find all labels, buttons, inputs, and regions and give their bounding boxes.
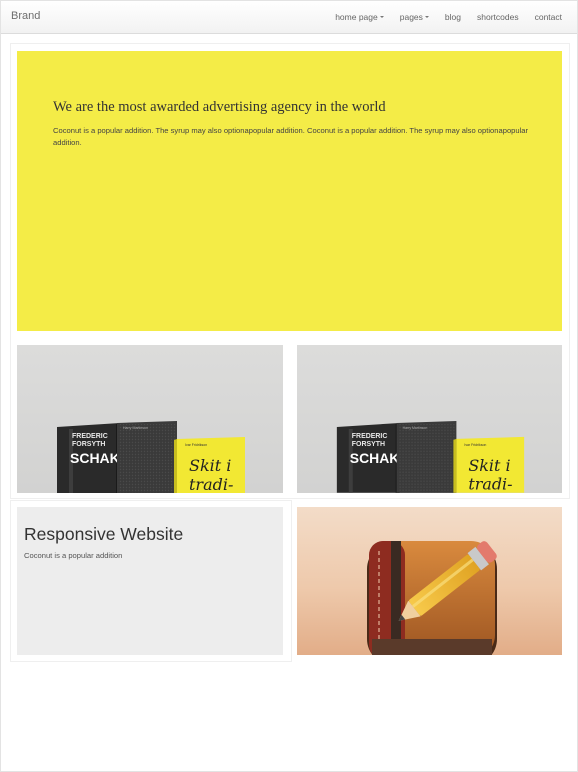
nav-item-home-page[interactable]: home page [327, 12, 392, 22]
notebook-pencil-icon[interactable] [297, 507, 562, 655]
svg-text:Skit i: Skit i [468, 456, 510, 475]
books-illustration: FREDERIC FORSYTH SCHAK Harry Martinson I… [336, 420, 525, 493]
chevron-down-icon [424, 16, 429, 18]
svg-text:tradi-: tradi- [468, 475, 512, 493]
svg-text:FREDERIC: FREDERIC [72, 433, 108, 440]
nav-item-label: contact [534, 12, 562, 22]
nav-item-contact[interactable]: contact [527, 12, 570, 22]
svg-text:SCHAK: SCHAK [70, 450, 120, 466]
svg-text:Harry Martinson: Harry Martinson [123, 426, 148, 430]
svg-text:SCHAK: SCHAK [350, 450, 400, 466]
svg-text:Ivar Fridrikson: Ivar Fridrikson [464, 443, 486, 447]
svg-text:FREDERIC: FREDERIC [352, 433, 388, 440]
book-covers-image[interactable]: FREDERIC FORSYTH SCHAK Harry Martinson I… [297, 345, 562, 493]
card-text: Coconut is a popular addition [24, 551, 123, 560]
card-title: Responsive Website [24, 524, 184, 544]
nav-item-label: shortcodes [477, 12, 519, 22]
svg-text:FORSYTH: FORSYTH [352, 441, 385, 448]
nav-menu: home page pages blog shortcodes contact [327, 1, 570, 33]
svg-text:Harry Martinson: Harry Martinson [403, 426, 428, 430]
navbar: Brand home page pages blog shortcodes co… [1, 1, 577, 34]
book-covers-image[interactable]: FREDERIC FORSYTH SCHAK Harry Martinson I… [17, 345, 283, 493]
nav-item-blog[interactable]: blog [437, 12, 469, 22]
hero-title: We are the most awarded advertising agen… [53, 99, 386, 115]
svg-text:FORSYTH: FORSYTH [72, 441, 105, 448]
nav-item-pages[interactable]: pages [392, 12, 437, 22]
hero-text: Coconut is a popular addition. The syrup… [53, 126, 529, 147]
nav-item-label: blog [444, 12, 461, 22]
nav-item-label: home page [335, 12, 378, 22]
brand-link[interactable]: Brand [11, 10, 40, 22]
books-illustration: FREDERIC FORSYTH SCHAK Harry Martinson I… [57, 421, 245, 493]
svg-text:Ivar Fridrikson: Ivar Fridrikson [185, 443, 207, 447]
hero-banner: We are the most awarded advertising agen… [17, 51, 562, 331]
responsive-website-card[interactable]: Responsive Website Coconut is a popular … [17, 507, 283, 655]
chevron-down-icon [379, 16, 384, 18]
svg-text:tradi-: tradi- [189, 475, 233, 493]
nav-item-label: pages [399, 12, 423, 22]
notebook-illustration [367, 541, 497, 655]
nav-item-shortcodes[interactable]: shortcodes [469, 12, 527, 22]
svg-text:Skit i: Skit i [189, 456, 231, 475]
